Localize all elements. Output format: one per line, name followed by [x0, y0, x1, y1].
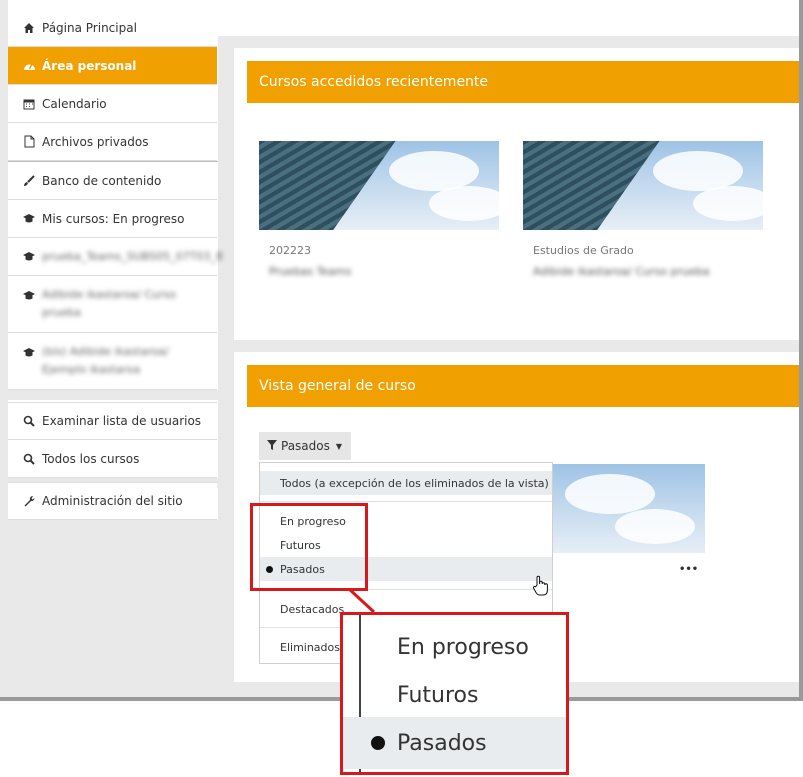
sidebar-item-label: Archivos privados — [42, 134, 149, 149]
sidebar-item-label: prueba_Teams_SUBS05_07T03_8 — [42, 250, 223, 263]
recent-courses-title: Cursos accedidos recientemente — [247, 61, 799, 103]
sidebar-item-content-bank[interactable]: Banco de contenido — [8, 162, 217, 200]
filter-dropdown-button[interactable]: Pasados ▼ — [259, 432, 351, 460]
graduation-cap-icon — [22, 345, 36, 359]
graduation-cap-icon — [22, 212, 36, 226]
graduation-cap-icon — [22, 250, 36, 264]
course-image[interactable] — [545, 464, 705, 553]
file-icon — [22, 135, 36, 149]
highlight-box — [250, 503, 368, 591]
zoom-item-past: Pasados — [343, 717, 566, 769]
graduation-cap-icon — [22, 288, 36, 302]
course-image[interactable] — [259, 141, 499, 230]
sidebar-item-course-3[interactable]: (bis) Adibide ikastaroa/ Ejemplo ikastar… — [8, 333, 217, 390]
course-category: 202223 — [269, 244, 311, 257]
course-name[interactable]: Pruebas Teams — [269, 265, 351, 278]
caret-down-icon: ▼ — [335, 441, 343, 451]
search-icon — [22, 452, 36, 466]
course-category: Estudios de Grado — [533, 244, 634, 257]
sidebar-item-label: Mis cursos: En progreso — [42, 211, 185, 226]
hand-cursor-icon — [532, 575, 550, 601]
brush-icon — [22, 174, 36, 188]
sidebar-item-label: Calendario — [42, 96, 107, 111]
dropdown-item-all[interactable]: Todos (a excepción de los eliminados de … — [260, 471, 552, 495]
sidebar-item-label: Examinar lista de usuarios — [42, 414, 202, 428]
course-image[interactable] — [523, 141, 763, 230]
sidebar-item-calendar[interactable]: Calendario — [8, 85, 217, 123]
sidebar-item-all-courses[interactable]: Todos los cursos — [8, 440, 217, 478]
wrench-icon — [22, 494, 36, 508]
sidebar-item-dashboard[interactable]: Área personal — [8, 47, 217, 85]
sidebar-item-site-admin[interactable]: Administración del sitio — [8, 482, 217, 520]
sidebar-item-home[interactable]: Página Principal — [8, 9, 217, 47]
sidebar-item-course-2[interactable]: Adibide ikastaroa/ Curso prueba — [8, 276, 217, 333]
sidebar-item-browse-users[interactable]: Examinar lista de usuarios — [8, 402, 217, 440]
sidebar-item-label: Todos los cursos — [42, 451, 140, 466]
course-name[interactable]: Adibide ikastaroa/ Curso prueba — [533, 265, 709, 278]
sidebar-item-label: Área personal — [42, 58, 137, 73]
filter-icon — [267, 439, 277, 453]
zoom-callout: En progreso Futuros Pasados — [340, 612, 569, 775]
dashboard-icon — [22, 59, 36, 73]
sidebar-item-course-1[interactable]: prueba_Teams_SUBS05_07T03_8 — [8, 238, 223, 276]
sidebar-item-label: (bis) Adibide ikastaroa/ Ejemplo ikastar… — [42, 345, 169, 376]
recent-courses-card: Cursos accedidos recientemente 202223 Pr… — [234, 48, 799, 340]
search-icon — [22, 414, 36, 428]
sidebar-item-my-courses[interactable]: Mis cursos: En progreso — [8, 200, 217, 238]
selected-dot-icon — [371, 736, 385, 750]
sidebar-item-private-files[interactable]: Archivos privados — [8, 123, 217, 161]
calendar-icon — [22, 97, 36, 111]
zoom-item-future: Futuros — [397, 682, 479, 708]
sidebar-item-label: Adibide ikastaroa/ Curso prueba — [42, 288, 177, 319]
course-overview-title: Vista general de curso — [247, 365, 799, 407]
course-menu-icon[interactable]: ••• — [679, 564, 698, 575]
filter-label: Pasados — [281, 439, 330, 453]
zoom-item-in-progress: En progreso — [397, 634, 529, 660]
sidebar-item-label: Banco de contenido — [42, 173, 162, 188]
app-window: Página Principal Área personal Calendari… — [0, 0, 803, 701]
sidebar-item-label: Página Principal — [42, 20, 137, 35]
sidebar-nav: Página Principal Área personal Calendari… — [8, 0, 223, 697]
home-icon — [22, 21, 36, 35]
zoom-item-label: Pasados — [397, 730, 487, 756]
sidebar-item-label: Administración del sitio — [42, 494, 183, 508]
